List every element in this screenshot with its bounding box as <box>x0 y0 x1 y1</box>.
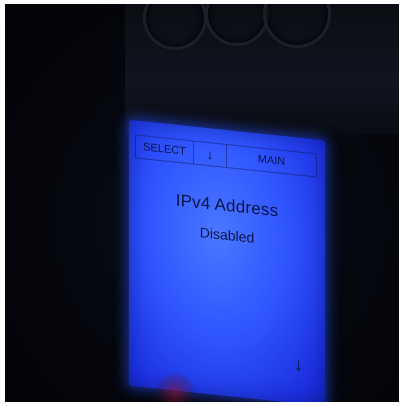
softkey-main[interactable]: MAIN <box>227 145 316 176</box>
softkey-bar: SELECT ↓ MAIN <box>135 134 317 178</box>
softkey-select[interactable]: SELECT <box>136 135 194 164</box>
lcd-screen: SELECT ↓ MAIN IPv4 Address Disabled ↓ <box>129 119 325 402</box>
softkey-down-arrow-icon[interactable]: ↓ <box>193 141 227 167</box>
device-photo: SELECT ↓ MAIN IPv4 Address Disabled ↓ <box>5 4 399 402</box>
scroll-down-arrow-icon: ↓ <box>294 354 303 375</box>
